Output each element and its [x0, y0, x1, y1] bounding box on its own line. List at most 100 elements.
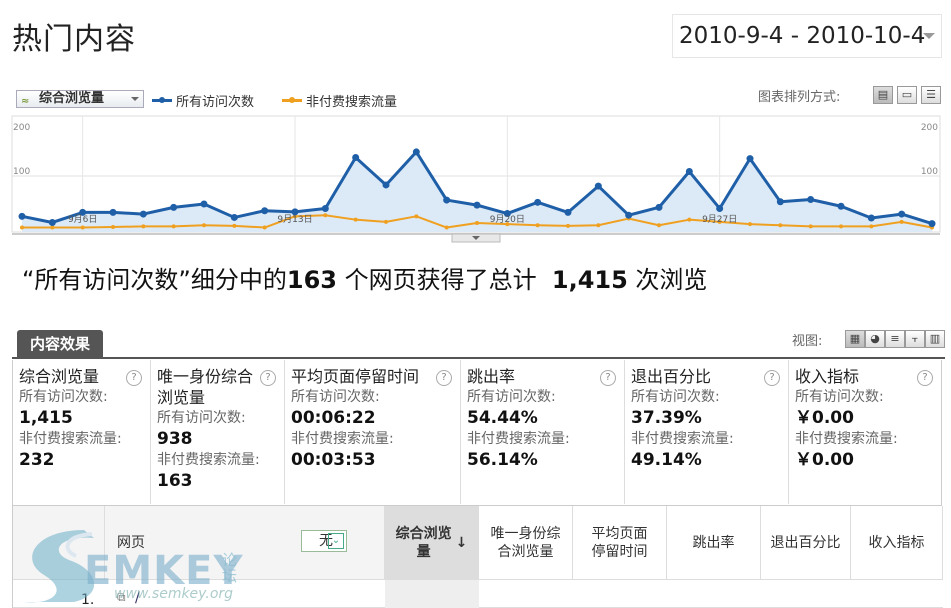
arrange-option-2-icon[interactable]: ▭ — [897, 86, 917, 104]
help-icon[interactable]: ? — [764, 370, 780, 386]
stat-sub-label: 所有访问次数: — [631, 389, 720, 405]
stat-value: 00:06:22 — [291, 408, 376, 428]
page-title: 热门内容 — [12, 22, 136, 57]
data-point — [867, 214, 875, 222]
arrange-option-1-icon[interactable]: ▤ — [873, 86, 893, 104]
watermark-url: www.semkey.org — [114, 586, 234, 602]
table-header-pageviews[interactable]: 综合浏览量 ↓ — [385, 506, 479, 580]
header-label: 退出百分比 — [770, 534, 841, 551]
data-point — [534, 198, 542, 206]
date-range-text: 2010-9-4 - 2010-10-4 — [679, 23, 926, 49]
data-point — [414, 214, 419, 219]
header-label: 唯一身份综合浏览量 — [490, 525, 561, 560]
data-point — [171, 224, 176, 229]
help-icon[interactable]: ? — [260, 370, 276, 386]
data-point — [352, 154, 360, 162]
data-point — [808, 224, 813, 229]
row-rank: 1. — [81, 592, 95, 608]
table-header-revenue[interactable]: 收入指标 — [851, 506, 943, 580]
stat-sub-label: 所有访问次数: — [157, 410, 246, 426]
help-icon[interactable]: ? — [600, 370, 616, 386]
stat-value: ￥0.00 — [795, 408, 854, 428]
data-point — [18, 212, 26, 220]
pivot-view-icon[interactable]: ▥ — [925, 330, 945, 348]
stat-avg-time: 平均页面停留时间 ? 所有访问次数: 00:06:22 非付费搜索流量: 00:… — [285, 360, 461, 504]
y-tick-label-left: 200 — [13, 123, 30, 133]
help-icon[interactable]: ? — [126, 370, 142, 386]
stat-value: 938 — [157, 429, 193, 449]
help-icon[interactable]: ? — [436, 370, 452, 386]
header-label: 跳出率 — [692, 534, 735, 551]
view-label: 视图: — [792, 334, 823, 349]
stat-value: ￥0.00 — [795, 450, 854, 470]
data-point — [869, 224, 874, 229]
data-point — [899, 219, 904, 224]
watermark-cn: 论坛 — [222, 551, 238, 585]
table-header-avg-time[interactable]: 平均页面停留时间 — [573, 506, 667, 580]
pie-view-icon[interactable]: ◕ — [865, 330, 885, 348]
stat-sub-label: 非付费搜索流量: — [157, 452, 260, 468]
secondary-dimension-select[interactable]: 无 ⌄ — [301, 530, 347, 552]
chevron-down-icon — [923, 33, 935, 39]
x-tick-label: 9月6日 — [68, 214, 97, 225]
stat-value: 1,415 — [19, 408, 73, 428]
legend-item-all-visits: 所有访问次数 — [152, 91, 254, 110]
data-point — [928, 220, 936, 228]
visits-line-chart: 200 100 200 100 9月6日 9月13日 9月20日 9月27日 — [11, 115, 941, 243]
bar-view-icon[interactable]: ≡ — [885, 330, 905, 348]
metric-select[interactable]: ≈ 综合浏览量 — [16, 90, 144, 108]
data-point — [232, 223, 237, 228]
summary-suffix: 次浏览 — [627, 266, 708, 294]
stat-value: 163 — [157, 471, 193, 491]
stat-name: 收入指标 — [795, 367, 860, 386]
data-point — [262, 225, 267, 230]
table-header-exit-rate[interactable]: 退出百分比 — [761, 506, 851, 580]
data-point — [170, 203, 178, 211]
data-point — [475, 221, 479, 226]
data-point — [20, 225, 24, 230]
stat-value: 37.39% — [631, 408, 702, 428]
stat-value: 00:03:53 — [291, 450, 376, 470]
arrange-option-3-icon[interactable]: ☰ — [921, 86, 941, 104]
data-point — [48, 218, 56, 226]
y-tick-label-left: 100 — [13, 167, 30, 177]
data-point — [353, 217, 358, 222]
legend-swatch-icon — [282, 97, 302, 103]
metric-select-label: 综合浏览量 — [39, 91, 105, 106]
summary-middle: 个网页获得了总计 — [336, 266, 552, 294]
data-point — [321, 204, 329, 212]
x-tick-label: 9月20日 — [490, 214, 525, 225]
data-point — [382, 181, 390, 189]
summary-views: 1,415 — [551, 266, 628, 294]
data-point — [898, 210, 906, 218]
table-header-unique-pageviews[interactable]: 唯一身份综合浏览量 — [479, 506, 573, 580]
data-point — [655, 203, 663, 211]
table-header-bounce-rate[interactable]: 跳出率 — [667, 506, 761, 580]
comparison-view-icon[interactable]: ⫟ — [905, 330, 925, 348]
legend-item-organic: 非付费搜索流量 — [282, 91, 397, 110]
stat-sub-label: 非付费搜索流量: — [631, 431, 734, 447]
table-view-icon[interactable]: ▦ — [845, 330, 865, 348]
data-point — [473, 201, 481, 209]
data-point — [564, 208, 572, 216]
sparkline-icon: ≈ — [21, 96, 30, 107]
x-tick-label: 9月13日 — [277, 214, 312, 225]
data-point — [141, 224, 146, 229]
stat-name: 平均页面停留时间 — [291, 367, 420, 386]
tab-divider — [12, 357, 945, 359]
date-range-picker[interactable]: 2010-9-4 - 2010-10-4 — [672, 14, 942, 58]
data-point — [443, 196, 451, 204]
tab-content-performance[interactable]: 内容效果 — [17, 330, 103, 358]
data-point — [687, 217, 692, 222]
stat-value: 232 — [19, 450, 55, 470]
summary-prefix: “所有访问次数”细分中的 — [22, 266, 287, 294]
header-label: 平均页面停留时间 — [591, 525, 648, 560]
stat-exit-rate: 退出百分比 ? 所有访问次数: 37.39% 非付费搜索流量: 49.14% — [625, 360, 789, 504]
scorecard-panel: 综合浏览量 ? 所有访问次数: 1,415 非付费搜索流量: 232 唯一身份综… — [12, 360, 942, 506]
stat-bounce-rate: 跳出率 ? 所有访问次数: 54.44% 非付费搜索流量: 56.14% — [461, 360, 625, 504]
data-point — [685, 168, 693, 176]
data-point — [807, 196, 815, 204]
help-icon[interactable]: ? — [917, 370, 933, 386]
stat-name: 跳出率 — [467, 367, 516, 386]
stat-revenue: 收入指标 ? 所有访问次数: ￥0.00 非付费搜索流量: ￥0.00 — [789, 360, 941, 504]
